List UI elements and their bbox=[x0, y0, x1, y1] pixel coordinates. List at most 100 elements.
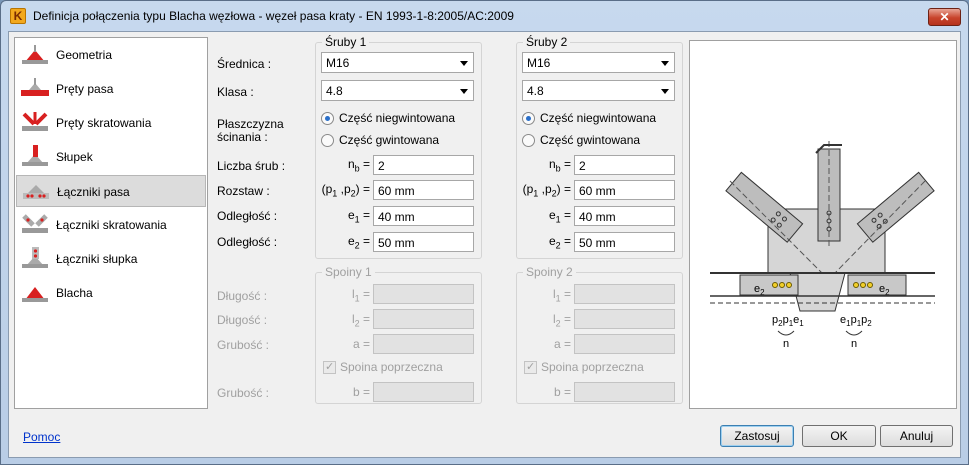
chevron-down-icon bbox=[661, 61, 669, 66]
radio-threaded-1[interactable] bbox=[321, 134, 334, 147]
nav-item-laczniki-skratowania[interactable]: Łączniki skratowania bbox=[16, 209, 206, 241]
label-grubosc-a: Grubość : bbox=[217, 338, 270, 352]
label-plaszczyzna-line2: ścinania : bbox=[217, 130, 268, 144]
nb-symbol: n bbox=[347, 157, 355, 171]
a-prefix-1: a = bbox=[352, 337, 370, 351]
b-input-1[interactable] bbox=[373, 382, 474, 402]
diameter-select-2[interactable]: M16 bbox=[522, 52, 675, 73]
radio-unthreaded-2[interactable] bbox=[522, 112, 535, 125]
diameter-select-1[interactable]: M16 bbox=[321, 52, 474, 73]
equals-sign: = bbox=[359, 312, 370, 326]
label-liczba-srub: Liczba śrub : bbox=[217, 159, 286, 173]
p-open: (p bbox=[321, 182, 333, 196]
equals-sign: = bbox=[560, 157, 571, 171]
bolt-marker bbox=[779, 282, 785, 288]
e2-prefix-1: e2 = bbox=[313, 234, 370, 250]
apply-button[interactable]: Zastosuj bbox=[720, 425, 794, 447]
nav-item-slupek[interactable]: Słupek bbox=[16, 141, 206, 173]
nav-item-label: Pręty pasa bbox=[56, 82, 114, 96]
post-icon bbox=[22, 145, 48, 166]
nav-item-label: Blacha bbox=[56, 286, 93, 300]
nav-item-label: Łączniki pasa bbox=[57, 185, 130, 199]
bolts-group-2: Śruby 2 bbox=[516, 35, 683, 259]
e2-value: 50 mm bbox=[378, 236, 415, 250]
cancel-button[interactable]: Anuluj bbox=[880, 425, 953, 447]
l2-input-1[interactable] bbox=[373, 309, 474, 329]
l1-input-1[interactable] bbox=[373, 284, 474, 304]
chord-fasteners-icon bbox=[23, 185, 49, 199]
e-symbol: e bbox=[347, 208, 355, 222]
spacing-input-2[interactable]: 60 mm bbox=[574, 180, 675, 200]
chevron-down-icon bbox=[460, 61, 468, 66]
title-bar[interactable]: K Definicja połączenia typu Blacha węzło… bbox=[1, 1, 968, 31]
close-button[interactable]: ✕ bbox=[928, 8, 961, 26]
label-odleglosc-e1: Odległość : bbox=[217, 209, 278, 223]
nb-input-2[interactable]: 2 bbox=[574, 155, 675, 175]
e1-input-1[interactable]: 40 mm bbox=[373, 206, 474, 226]
radio-threaded-label: Część gwintowana bbox=[540, 133, 641, 147]
equals-sign: = bbox=[560, 208, 571, 222]
right-n-brace bbox=[845, 330, 863, 336]
class-value: 4.8 bbox=[326, 84, 343, 98]
spacing-value: 60 mm bbox=[378, 184, 415, 198]
n-right-label: n bbox=[851, 338, 857, 350]
label-plaszczyzna-line1: Płaszczyzna bbox=[217, 117, 284, 131]
nb-value: 2 bbox=[378, 159, 385, 173]
e2-prefix-2: e2 = bbox=[514, 234, 571, 250]
a-prefix-2: a = bbox=[553, 337, 571, 351]
post-fasteners-icon bbox=[22, 247, 48, 268]
b-prefix-2: b = bbox=[553, 385, 571, 399]
p-mid: ,p bbox=[538, 182, 552, 196]
e1-value: 40 mm bbox=[378, 210, 415, 224]
e1-prefix-2: e1 = bbox=[514, 208, 571, 224]
nb-prefix-2: nb = bbox=[514, 157, 571, 173]
label-grubosc-b: Grubość : bbox=[217, 386, 270, 400]
transverse-weld-checkbox-2[interactable] bbox=[524, 360, 537, 374]
a-input-2[interactable] bbox=[574, 334, 675, 354]
radio-unthreaded-label: Część niegwintowana bbox=[540, 111, 657, 125]
transverse-weld-label: Spoina poprzeczna bbox=[340, 360, 443, 374]
window-title: Definicja połączenia typu Blacha węzłowa… bbox=[33, 9, 514, 23]
dialog-window: K Definicja połączenia typu Blacha węzło… bbox=[0, 0, 969, 465]
nav-item-blacha[interactable]: Blacha bbox=[16, 277, 206, 309]
class-value: 4.8 bbox=[527, 84, 544, 98]
spacing-prefix-2: (p1 ,p2) = bbox=[510, 182, 571, 198]
label-rozstaw: Rozstaw : bbox=[217, 184, 270, 198]
e1-prefix-1: e1 = bbox=[313, 208, 370, 224]
a-input-1[interactable] bbox=[373, 334, 474, 354]
equals-sign: = bbox=[359, 234, 370, 248]
e2-input-2[interactable]: 50 mm bbox=[574, 232, 675, 252]
nav-item-label: Łączniki skratowania bbox=[56, 218, 167, 232]
radio-threaded-label: Część gwintowana bbox=[339, 133, 440, 147]
connection-preview: e2 e2 p2p1e1 e1p1p2 n n bbox=[689, 40, 957, 409]
nb-input-1[interactable]: 2 bbox=[373, 155, 474, 175]
e2-input-1[interactable]: 50 mm bbox=[373, 232, 474, 252]
e1-value: 40 mm bbox=[579, 210, 616, 224]
nav-item-prety-skratowania[interactable]: Pręty skratowania bbox=[16, 107, 206, 139]
diameter-value: M16 bbox=[527, 56, 551, 70]
gusset-plate-drawing: e2 e2 p2p1e1 e1p1p2 n n bbox=[710, 141, 935, 350]
e1-input-2[interactable]: 40 mm bbox=[574, 206, 675, 226]
transverse-weld-checkbox-1[interactable] bbox=[323, 360, 336, 374]
spacing-prefix-1: (p1 ,p2) = bbox=[309, 182, 370, 198]
nav-item-prety-pasa[interactable]: Pręty pasa bbox=[16, 73, 206, 105]
l1-input-2[interactable] bbox=[574, 284, 675, 304]
class-select-2[interactable]: 4.8 bbox=[522, 80, 675, 101]
left-diagonal-member bbox=[725, 171, 804, 243]
radio-threaded-2[interactable] bbox=[522, 134, 535, 147]
class-select-1[interactable]: 4.8 bbox=[321, 80, 474, 101]
help-link[interactable]: Pomoc bbox=[23, 430, 60, 444]
ok-button[interactable]: OK bbox=[802, 425, 876, 447]
spacing-input-1[interactable]: 60 mm bbox=[373, 180, 474, 200]
radio-unthreaded-1[interactable] bbox=[321, 112, 334, 125]
e-symbol: e bbox=[548, 234, 556, 248]
chevron-down-icon bbox=[460, 89, 468, 94]
nav-item-laczniki-pasa[interactable]: Łączniki pasa bbox=[16, 175, 206, 207]
label-odleglosc-e2: Odległość : bbox=[217, 235, 278, 249]
nav-item-laczniki-slupka[interactable]: Łączniki słupka bbox=[16, 243, 206, 275]
label-dlugosc-l2: Długość : bbox=[217, 313, 268, 327]
n-left-label: n bbox=[783, 338, 789, 350]
l2-input-2[interactable] bbox=[574, 309, 675, 329]
nav-item-geometria[interactable]: Geometria bbox=[16, 39, 206, 71]
b-input-2[interactable] bbox=[574, 382, 675, 402]
